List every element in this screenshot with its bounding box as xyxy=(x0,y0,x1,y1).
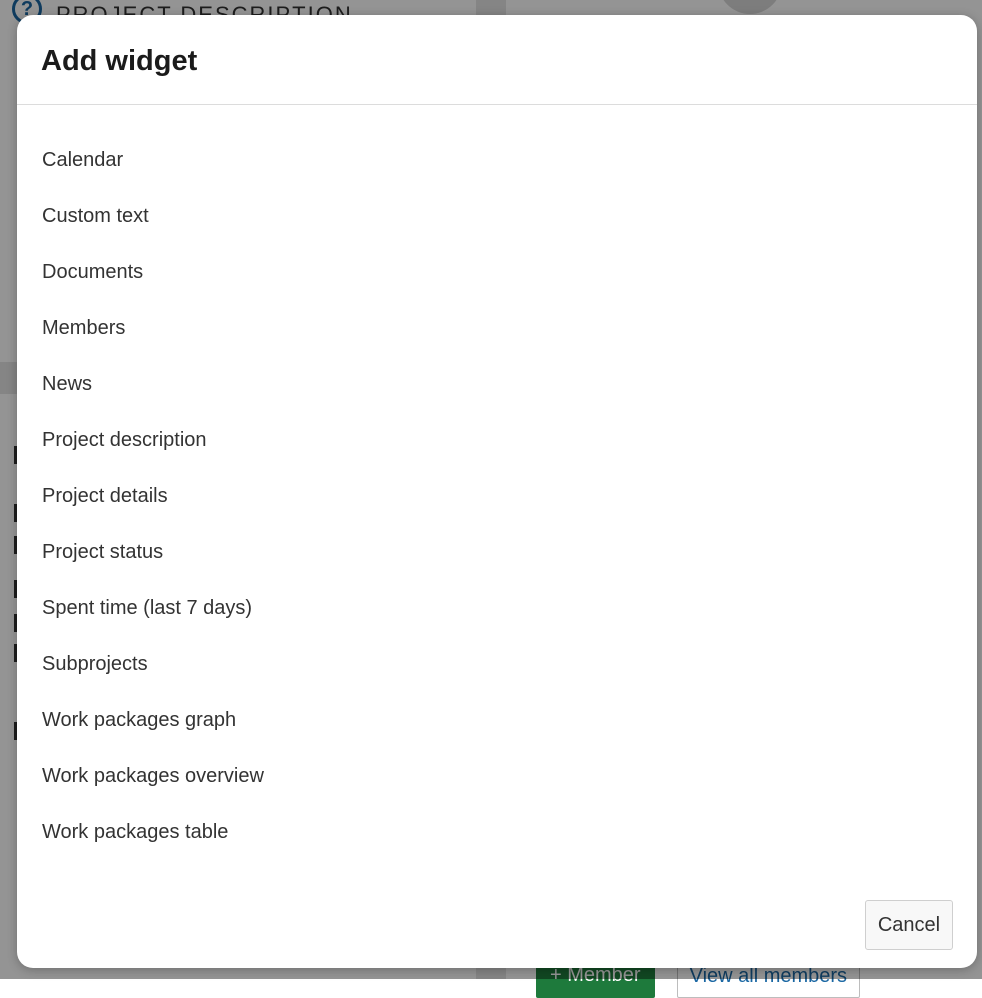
widget-option-calendar[interactable]: Calendar xyxy=(17,132,977,188)
widget-option-work-packages-graph[interactable]: Work packages graph xyxy=(17,692,977,748)
widget-option-custom-text[interactable]: Custom text xyxy=(17,188,977,244)
add-widget-modal: Add widget Calendar Custom text Document… xyxy=(17,15,977,968)
widget-option-work-packages-overview[interactable]: Work packages overview xyxy=(17,748,977,804)
modal-title: Add widget xyxy=(41,45,198,77)
widget-option-spent-time[interactable]: Spent time (last 7 days) xyxy=(17,580,977,636)
widget-option-news[interactable]: News xyxy=(17,356,977,412)
widget-option-work-packages-table[interactable]: Work packages table xyxy=(17,804,977,860)
widget-option-members[interactable]: Members xyxy=(17,300,977,356)
widget-list: Calendar Custom text Documents Members N… xyxy=(17,132,977,860)
cancel-button[interactable]: Cancel xyxy=(865,900,953,950)
modal-footer: Cancel xyxy=(865,900,953,950)
widget-option-project-details[interactable]: Project details xyxy=(17,468,977,524)
modal-header: Add widget xyxy=(17,15,977,105)
widget-option-project-description[interactable]: Project description xyxy=(17,412,977,468)
widget-option-documents[interactable]: Documents xyxy=(17,244,977,300)
widget-option-project-status[interactable]: Project status xyxy=(17,524,977,580)
widget-option-subprojects[interactable]: Subprojects xyxy=(17,636,977,692)
